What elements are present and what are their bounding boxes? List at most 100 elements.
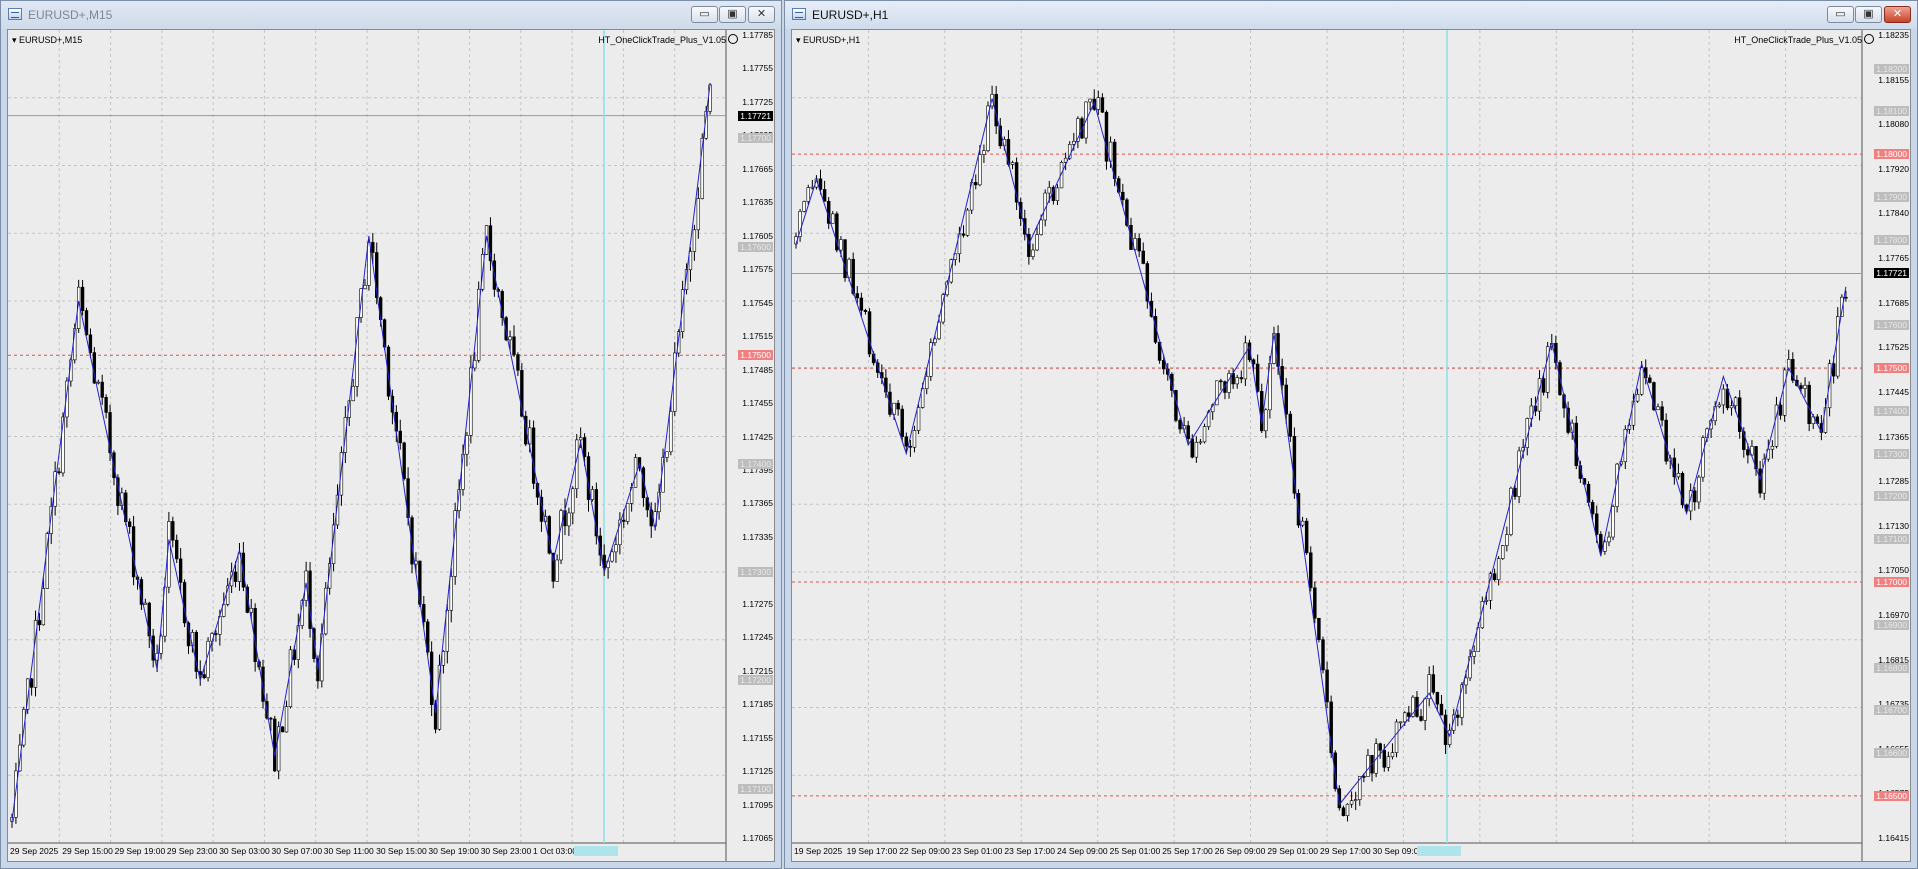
candle (965, 207, 970, 237)
candle (1721, 384, 1726, 414)
minimize-button[interactable]: ▭ (691, 6, 718, 23)
candle (512, 325, 516, 357)
candle (1219, 378, 1223, 391)
price-axis-label: 1.17130 (1878, 520, 1909, 531)
candle (1496, 556, 1501, 586)
time-axis-label: 30 Sep 11:00 (323, 846, 374, 856)
candle (1574, 415, 1579, 470)
candle (1672, 448, 1677, 485)
price-level-tag: 1.16900 (1874, 619, 1909, 630)
candle (1259, 383, 1264, 434)
window-titlebar[interactable]: EURUSD+,H1 ▭ ▣ ✕ (785, 1, 1917, 29)
candle (1349, 791, 1354, 808)
price-axis-label: 1.17635 (742, 197, 773, 208)
candle (633, 453, 638, 488)
candle (974, 174, 978, 190)
price-axis-label: 1.17920 (1878, 163, 1909, 174)
price-axis-label: 1.18235 (1878, 30, 1909, 40)
candle (1288, 411, 1293, 442)
price-axis-label: 1.17245 (742, 632, 773, 643)
price-level-tag-red: 1.16500 (1874, 790, 1909, 801)
time-axis-label: 19 Sep 17:00 (846, 846, 898, 856)
time-axis-label: 23 Sep 01:00 (951, 846, 1003, 856)
candle (1803, 377, 1807, 398)
candle (1309, 546, 1313, 592)
price-axis-label: 1.17725 (742, 96, 773, 107)
grid-lines (8, 30, 726, 843)
chart-window-icon (8, 8, 22, 20)
candle (1635, 388, 1640, 403)
candle (398, 419, 402, 450)
candle (843, 239, 847, 282)
zigzag-indicator (795, 98, 1847, 806)
candle (986, 101, 990, 153)
expert-smiley-icon[interactable] (1864, 34, 1874, 44)
minimize-button[interactable]: ▭ (1827, 6, 1854, 23)
chart-window-m15[interactable]: EURUSD+,M15 ▭ ▣ ✕ ▾ EURUSD+,M15 HT_OneCl… (0, 0, 782, 869)
candle (1656, 403, 1660, 411)
price-axis-label: 1.17685 (1878, 297, 1909, 308)
candle (1505, 526, 1509, 552)
candle (1317, 617, 1321, 643)
price-chart[interactable]: ▾ EURUSD+,H1 HT_OneClickTrade_Plus_V1.05… (791, 29, 1911, 862)
chart-canvas[interactable] (792, 30, 1910, 861)
maximize-button[interactable]: ▣ (1855, 6, 1882, 23)
candle (1194, 436, 1199, 463)
candle (1010, 160, 1015, 170)
time-axis-label: 23 Sep 17:00 (1004, 846, 1055, 856)
candle (1014, 157, 1019, 211)
price-level-tag: 1.16600 (1874, 748, 1909, 759)
candle (1431, 665, 1436, 695)
price-axis-label: 1.17125 (742, 766, 773, 777)
price-axis-label: 1.17365 (1878, 431, 1909, 442)
candle (1321, 636, 1325, 674)
price-level-tag: 1.17400 (1874, 405, 1909, 416)
price-axis-label: 1.17065 (742, 833, 773, 843)
candle (194, 630, 198, 679)
expert-advisor-label: HT_OneClickTrade_Plus_V1.05 (1734, 35, 1862, 45)
candle (96, 379, 100, 385)
maximize-button[interactable]: ▣ (719, 6, 746, 23)
symbol-timeframe-label[interactable]: ▾ EURUSD+,H1 (796, 35, 860, 46)
price-axis-label: 1.17285 (1878, 476, 1909, 487)
price-axis-label: 1.16970 (1878, 609, 1909, 620)
candle (961, 225, 966, 238)
candle (567, 507, 571, 537)
price-axis-label: 1.17605 (742, 230, 773, 241)
candle (284, 700, 289, 733)
candle (1104, 110, 1109, 170)
chart-window-icon (792, 8, 806, 20)
price-level-tag: 1.17200 (1874, 491, 1909, 502)
candle (1386, 751, 1391, 772)
candle (1353, 791, 1358, 811)
price-level-tag: 1.17200 (738, 675, 773, 686)
time-axis-label: 25 Sep 17:00 (1162, 846, 1213, 856)
candle (575, 434, 579, 498)
price-axis-label: 1.17765 (1878, 253, 1909, 264)
time-axis-label: 30 Sep 19:00 (428, 846, 479, 856)
candle (559, 508, 563, 565)
chart-canvas[interactable] (8, 30, 774, 861)
price-chart[interactable]: ▾ EURUSD+,M15 HT_OneClickTrade_Plus_V1.0… (7, 29, 775, 862)
close-button[interactable]: ✕ (1884, 6, 1911, 23)
window-titlebar[interactable]: EURUSD+,M15 ▭ ▣ ✕ (1, 1, 781, 29)
chart-window-h1[interactable]: EURUSD+,H1 ▭ ▣ ✕ ▾ EURUSD+,H1 HT_OneClic… (784, 0, 1918, 869)
candle (798, 208, 802, 242)
candle (273, 715, 277, 773)
candle (1415, 691, 1419, 718)
candle (531, 420, 536, 490)
candle (57, 467, 61, 475)
candle (1611, 504, 1615, 541)
time-axis-label: 29 Sep 19:00 (114, 846, 166, 856)
candle (465, 431, 469, 467)
candle (1517, 446, 1521, 504)
candle (1701, 435, 1705, 482)
candle (990, 85, 994, 110)
time-axis-label: 22 Sep 09:00 (899, 846, 950, 856)
symbol-timeframe-label[interactable]: ▾ EURUSD+,M15 (12, 35, 82, 46)
close-button[interactable]: ✕ (748, 6, 775, 23)
candle (1031, 243, 1035, 260)
price-axis-label: 1.17545 (742, 297, 773, 308)
expert-smiley-icon[interactable] (728, 34, 738, 44)
price-axis-label: 1.17575 (742, 264, 773, 275)
